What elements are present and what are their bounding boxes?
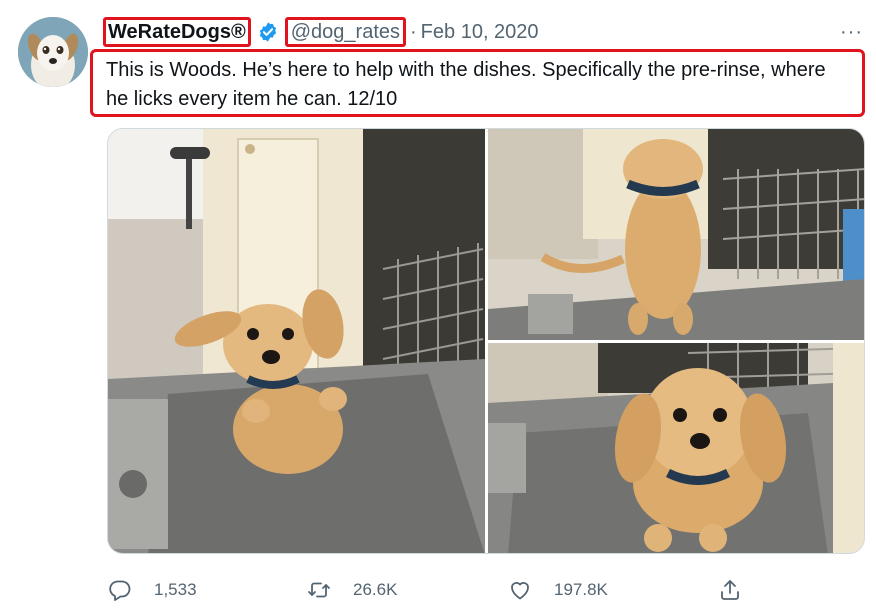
display-name[interactable]: WeRateDogs® [108,21,246,44]
photo-1[interactable] [108,129,485,553]
media-grid [107,128,865,554]
reply-button[interactable]: 1,533 [108,573,197,607]
avatar-image [18,17,88,87]
heart-icon [508,578,532,602]
retweet-count: 26.6K [353,580,398,599]
tweet-text-highlight: This is Woods. He’s here to help with th… [90,49,865,117]
photo-2-image [488,129,864,340]
more-options-icon[interactable]: ··· [840,17,863,47]
retweet-icon [307,578,331,602]
tweet-actions: 1,533 26.6K 197.8K [0,573,876,607]
photo-3-image [488,343,864,553]
reply-icon [108,578,132,602]
tweet-date[interactable]: Feb 10, 2020 [421,21,539,44]
display-name-highlight: WeRateDogs® [103,17,251,47]
tweet-text: This is Woods. He’s here to help with th… [106,59,826,110]
like-count: 197.8K [554,580,608,599]
tweet-header: WeRateDogs® @dog_rates · Feb 10, 2020 ··… [103,17,863,47]
verified-badge-icon[interactable] [257,21,279,43]
like-button[interactable]: 197.8K [508,573,608,607]
reply-count: 1,533 [154,580,197,599]
photo-2[interactable] [488,129,864,340]
share-button[interactable] [718,573,742,607]
retweet-button[interactable]: 26.6K [307,573,397,607]
handle[interactable]: @dog_rates [291,21,400,44]
photo-3[interactable] [488,343,864,553]
avatar[interactable] [18,17,88,87]
share-icon [718,578,742,602]
handle-highlight: @dog_rates [284,17,406,47]
separator-dot: · [410,20,417,43]
photo-1-image [108,129,485,553]
